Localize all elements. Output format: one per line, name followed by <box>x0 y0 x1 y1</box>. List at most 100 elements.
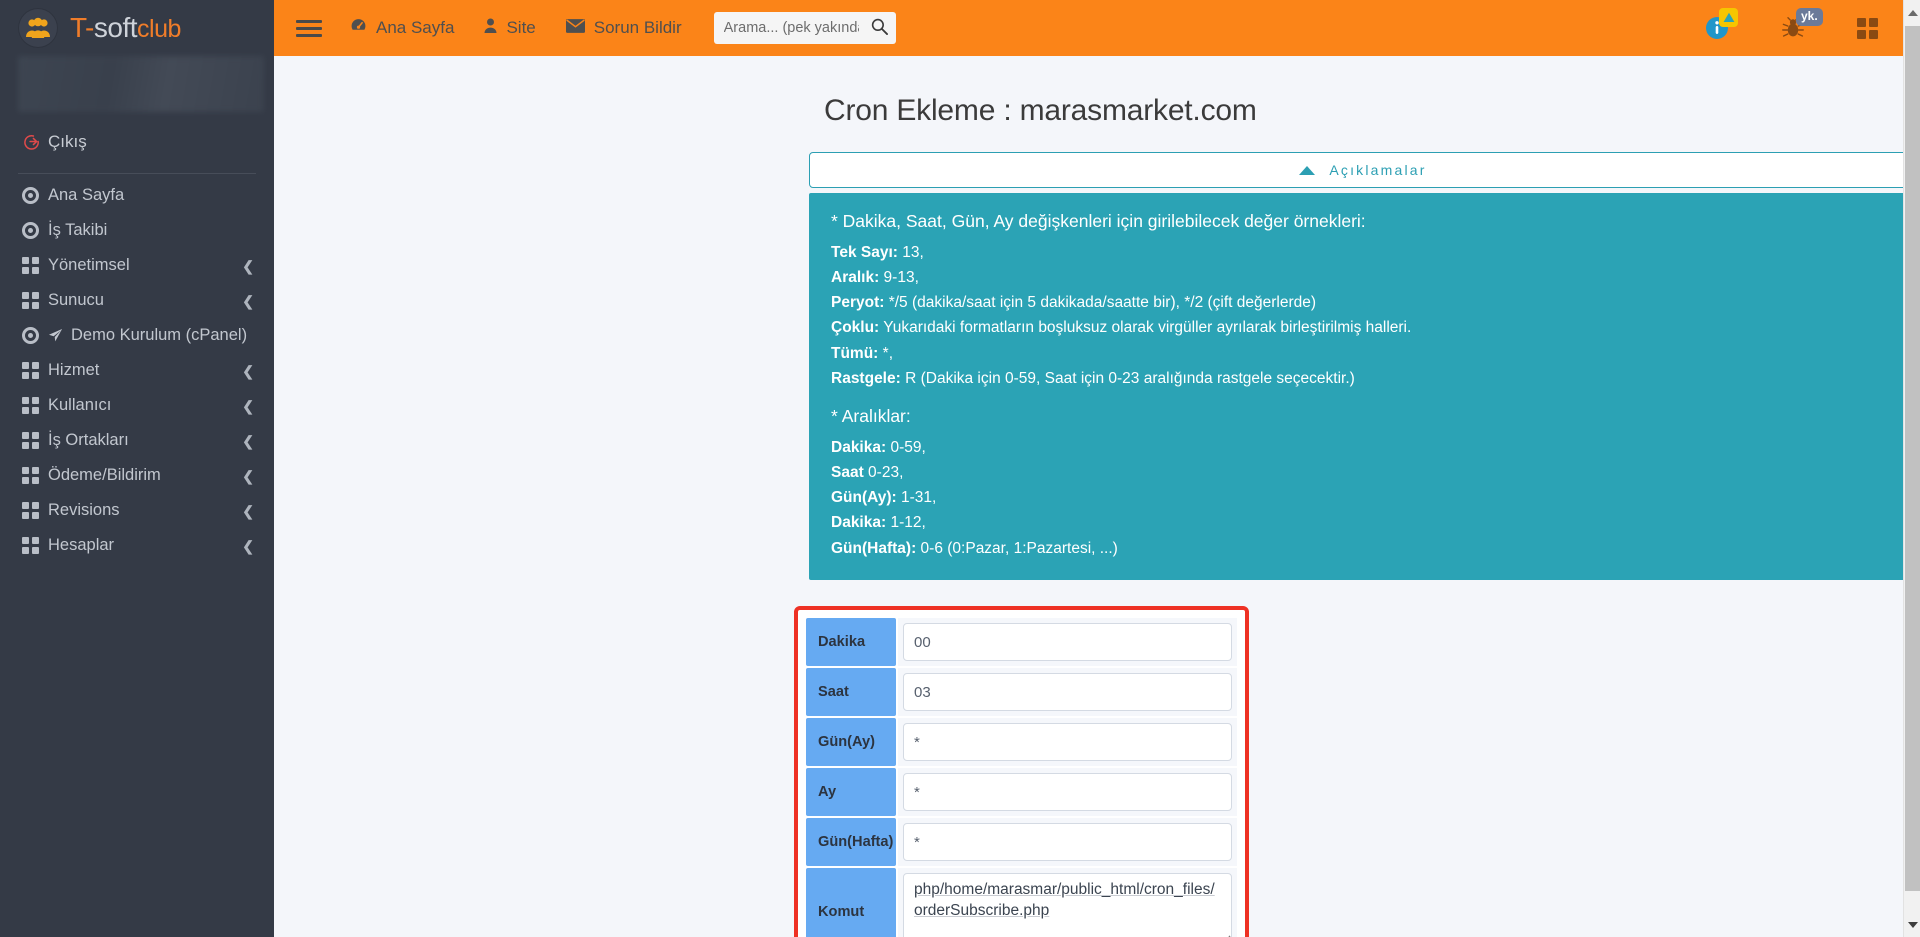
bug-icon[interactable]: yk. <box>1781 8 1823 39</box>
sidebar-item-hesaplar[interactable]: Hesaplar ❮ <box>0 528 274 563</box>
grid-icon <box>22 292 48 309</box>
explanation-line-label: Saat <box>831 463 864 481</box>
explanation-line-text: 0-23, <box>863 463 904 481</box>
sidebar-item-yonetimsel[interactable]: Yönetimsel ❮ <box>0 248 274 283</box>
explanation-line: Gün(Hafta): 0-6 (0:Pazar, 1:Pazartesi, .… <box>831 539 1895 558</box>
brand-logo-area[interactable]: T-softclub <box>0 0 274 56</box>
table-row: Gün(Ay) <box>806 718 1237 766</box>
page-scrollbar[interactable] <box>1903 0 1920 937</box>
cron-form-table: Dakika Saat Gün(Ay) <box>804 616 1239 937</box>
field-cell: php/home/marasmar/public_html/cron_files… <box>898 868 1237 937</box>
table-row: Komut php/home/marasmar/public_html/cron… <box>806 868 1237 937</box>
sidebar-item-label: Kullanıcı <box>48 396 112 414</box>
top-nav: Ana Sayfa Site Sorun Bildir <box>350 17 682 39</box>
sidebar-item-odeme-bildirim[interactable]: Ödeme/Bildirim ❮ <box>0 458 274 493</box>
explanation-line: Saat 0-23, <box>831 463 1895 482</box>
scroll-down-arrow-icon[interactable] <box>1904 916 1920 933</box>
explanation-line-text: *, <box>878 344 894 362</box>
grid-icon <box>22 502 48 519</box>
sidebar-item-label: İş Ortakları <box>48 431 129 449</box>
topnav-label: Site <box>506 18 536 37</box>
gun-hafta-input[interactable] <box>903 823 1232 861</box>
explanations-toggle-label: Açıklamalar <box>1329 162 1427 178</box>
topnav-ana-sayfa[interactable]: Ana Sayfa <box>350 17 454 39</box>
komut-textarea[interactable]: php/home/marasmar/public_html/cron_files… <box>903 873 1232 937</box>
sidebar-item-hizmet[interactable]: Hizmet ❮ <box>0 353 274 388</box>
explanation-line: Gün(Ay): 1-31, <box>831 488 1895 507</box>
gun-ay-input[interactable] <box>903 723 1232 761</box>
chevron-left-icon: ❮ <box>242 467 254 484</box>
brand-text: T-softclub <box>70 12 181 44</box>
field-label: Ay <box>806 768 896 816</box>
paper-plane-icon <box>48 328 63 343</box>
explanation-line-label: Tümü: <box>831 344 879 362</box>
explanations-body: * Dakika, Saat, Gün, Ay değişkenleri içi… <box>809 193 1917 580</box>
brand-part-2: soft <box>93 12 138 43</box>
explanation-line-text: 0-59, <box>886 438 926 456</box>
explanation-line-label: Gün(Hafta): <box>831 539 917 557</box>
explanations-toggle[interactable]: Açıklamalar <box>809 152 1917 188</box>
topnav-site[interactable]: Site <box>484 18 536 39</box>
chevron-left-icon: ❮ <box>242 362 254 379</box>
explanation-line-label: Dakika: <box>831 438 887 456</box>
search-icon[interactable] <box>871 18 888 40</box>
page-content: Cron Ekleme : marasmarket.com Açıklamala… <box>274 94 1920 937</box>
sidebar-item-label: Ana Sayfa <box>48 186 125 204</box>
sidebar-item-label: İş Takibi <box>48 221 108 239</box>
ay-input[interactable] <box>903 773 1232 811</box>
info-icon[interactable] <box>1705 8 1738 40</box>
logout-button[interactable]: Çıkış <box>0 124 274 159</box>
explanation-line-label: Tek Sayı: <box>831 243 898 261</box>
chevron-left-icon: ❮ <box>242 537 254 554</box>
scrollbar-thumb[interactable] <box>1905 26 1920 891</box>
chevron-left-icon: ❮ <box>242 502 254 519</box>
sidebar-item-label: Hesaplar <box>48 536 115 554</box>
sidebar-item-label: Yönetimsel <box>48 256 130 274</box>
cron-form: Dakika Saat Gün(Ay) <box>794 606 1249 937</box>
explanation-line-label: Aralık: <box>831 268 880 286</box>
sidebar-item-label: Sunucu <box>48 291 104 309</box>
chevron-left-icon: ❮ <box>242 257 254 274</box>
explanation-line: Dakika: 0-59, <box>831 438 1895 457</box>
sidebar-item-label: Revisions <box>48 501 120 519</box>
explanation-line-text: 9-13, <box>879 268 919 286</box>
sidebar-item-ana-sayfa[interactable]: Ana Sayfa <box>0 178 274 213</box>
search-input[interactable] <box>713 13 859 43</box>
sidebar-item-is-ortaklari[interactable]: İş Ortakları ❮ <box>0 423 274 458</box>
explanation-line-label: Dakika: <box>831 514 887 532</box>
field-label: Gün(Ay) <box>806 718 896 766</box>
radio-dot-icon <box>22 222 48 239</box>
grid-icon <box>22 362 48 379</box>
saat-input[interactable] <box>903 673 1232 711</box>
sidebar-item-demo-kurulum[interactable]: Demo Kurulum (cPanel) <box>0 318 274 353</box>
search-box <box>713 12 896 44</box>
sidebar-item-is-takibi[interactable]: İş Takibi <box>0 213 274 248</box>
chevron-left-icon: ❮ <box>242 292 254 309</box>
page-title: Cron Ekleme : marasmarket.com <box>824 94 1257 127</box>
field-cell <box>898 718 1237 766</box>
grid-icon <box>22 257 48 274</box>
hamburger-icon[interactable] <box>296 16 322 41</box>
dakika-input[interactable] <box>903 623 1232 661</box>
sidebar-item-kullanici[interactable]: Kullanıcı ❮ <box>0 388 274 423</box>
sidebar-item-label: Hizmet <box>48 361 100 379</box>
sidebar-item-label: Ödeme/Bildirim <box>48 466 161 484</box>
explanation-line: Çoklu: Yukarıdaki formatların boşluksuz … <box>831 318 1895 337</box>
user-icon <box>484 18 497 39</box>
sidebar-item-revisions[interactable]: Revisions ❮ <box>0 493 274 528</box>
explanation-line-text: 1-31, <box>896 489 937 507</box>
explanation-line-text: R (Dakika için 0-59, Saat için 0-23 aral… <box>900 369 1355 387</box>
explanation-line-text: 0-6 (0:Pazar, 1:Pazartesi, ...) <box>916 539 1118 557</box>
explanation-line-label: Gün(Ay): <box>831 489 897 507</box>
app-root: T-softclub Çıkış Ana Sayfa İş Takibi Yön… <box>0 0 1920 937</box>
explanation-line-text: 1-12, <box>886 514 926 532</box>
field-label: Dakika <box>806 618 896 666</box>
apps-grid-icon[interactable] <box>1857 17 1878 39</box>
table-row: Ay <box>806 768 1237 816</box>
field-cell <box>898 618 1237 666</box>
warning-badge-icon <box>1719 8 1738 27</box>
sidebar-item-sunucu[interactable]: Sunucu ❮ <box>0 283 274 318</box>
scroll-up-arrow-icon[interactable] <box>1904 4 1920 21</box>
grid-icon <box>22 432 48 449</box>
topnav-sorun-bildir[interactable]: Sorun Bildir <box>565 18 682 38</box>
